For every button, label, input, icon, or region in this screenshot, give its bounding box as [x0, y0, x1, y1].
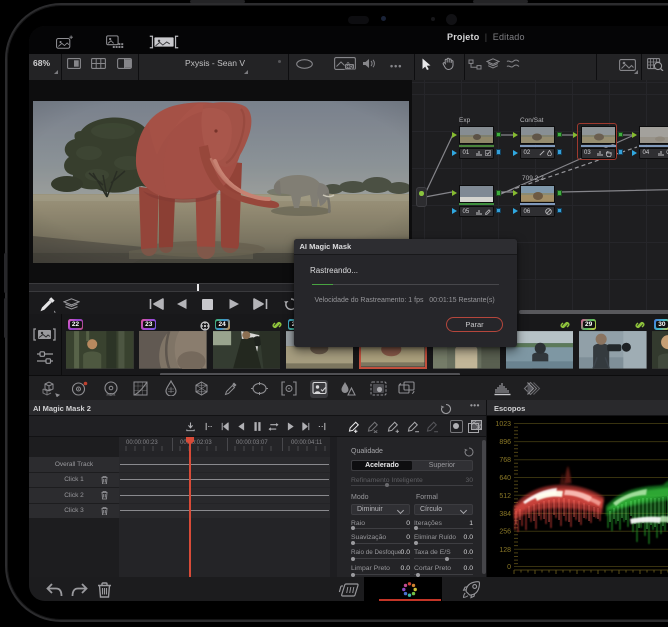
svg-text:1023: 1023	[495, 421, 511, 428]
svg-text:HDR: HDR	[106, 392, 115, 396]
svg-text:640: 640	[499, 475, 511, 482]
svg-text:384: 384	[499, 511, 511, 518]
svg-text:256: 256	[499, 529, 511, 536]
svg-text:768: 768	[499, 457, 511, 464]
svg-text:128: 128	[499, 547, 511, 554]
svg-text:896: 896	[499, 439, 511, 446]
svg-text:512: 512	[499, 493, 511, 500]
svg-text:HQ: HQ	[346, 64, 353, 69]
svg-text:0: 0	[507, 564, 511, 571]
